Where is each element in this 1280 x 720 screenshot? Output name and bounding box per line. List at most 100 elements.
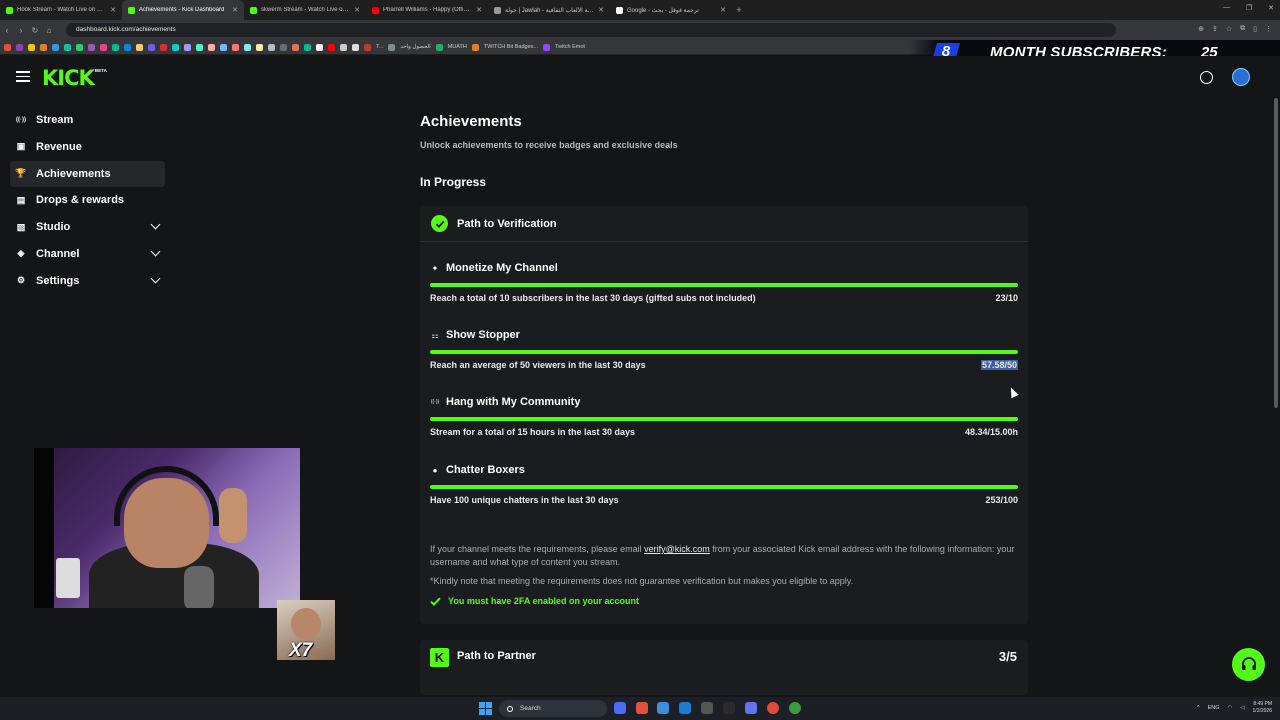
taskbar-app-icon[interactable]	[701, 702, 713, 714]
bookmark-favicon-icon[interactable]	[28, 43, 35, 51]
bookmark-favicon-icon[interactable]	[340, 43, 347, 51]
taskbar-app-icon[interactable]	[723, 702, 735, 714]
restore-icon[interactable]: ❐	[1246, 4, 1252, 12]
bookmark-favicon-icon[interactable]	[316, 43, 323, 51]
card-header[interactable]: Path to Verification	[420, 206, 1028, 242]
browser-tab[interactable]: Google - ترجمة قوقل - بحث ✕	[610, 0, 732, 20]
page-scrollbar[interactable]	[1274, 98, 1278, 408]
sidebar-item-drops-rewards[interactable]: ▤ Drops & rewards	[10, 187, 165, 213]
extensions-icon[interactable]: ⧉	[1240, 25, 1245, 33]
bookmark-favicon-icon[interactable]	[220, 43, 227, 51]
bookmark-favicon-icon[interactable]	[256, 43, 263, 51]
taskbar-search[interactable]: Search	[499, 700, 607, 717]
bookmark-favicon-icon[interactable]	[172, 43, 179, 51]
taskbar-app-icon[interactable]	[614, 702, 626, 714]
bookmark-favicon-icon[interactable]	[100, 43, 107, 51]
zoom-icon[interactable]: ⊕	[1198, 25, 1204, 33]
url-field[interactable]: dashboard.kick.com/achievements	[66, 23, 1116, 37]
taskbar-app-icon[interactable]	[745, 702, 757, 714]
sidebar-item-channel[interactable]: ◈ Channel	[10, 241, 165, 267]
tray-chevron-icon[interactable]: ^	[1197, 705, 1200, 711]
bookmark-favicon-icon[interactable]	[232, 43, 239, 51]
browser-tab[interactable]: Pharrell Williams - Happy (Official ✕	[366, 0, 488, 20]
browser-tab[interactable]: Achievements - Kick Dashboard ✕	[122, 0, 244, 20]
tab-favicon-icon	[494, 6, 501, 14]
bookmark-favicon-icon[interactable]	[112, 43, 119, 51]
bookmark-favicon-icon[interactable]	[244, 43, 251, 51]
taskbar-app-icon[interactable]	[789, 702, 801, 714]
sidebar-item-revenue[interactable]: ▣ Revenue	[10, 134, 165, 160]
hamburger-menu-icon[interactable]	[16, 71, 30, 82]
chevron-down-icon[interactable]	[150, 219, 161, 230]
back-icon[interactable]: ‹	[0, 26, 14, 35]
bookmark-favicon-icon[interactable]	[352, 43, 359, 51]
bookmark-favicon-icon[interactable]	[64, 43, 71, 51]
sidebar-item-studio[interactable]: ▧ Studio	[10, 214, 165, 240]
share-icon[interactable]: ⇪	[1212, 25, 1218, 33]
bookmark-favicon-icon[interactable]	[160, 43, 167, 51]
bookmark-item[interactable]: T...	[376, 44, 383, 50]
tab-close-icon[interactable]: ✕	[598, 6, 604, 14]
language-indicator[interactable]: ENG	[1208, 705, 1220, 711]
sidebar-icon[interactable]: ▯	[1253, 25, 1257, 33]
tab-close-icon[interactable]: ✕	[476, 6, 482, 14]
bookmark-favicon-icon[interactable]	[304, 43, 311, 51]
browser-tab[interactable]: skwerm Stream - Watch Live on K ✕	[244, 0, 366, 20]
support-chat-button[interactable]	[1232, 648, 1265, 681]
bookmark-favicon-icon[interactable]	[4, 43, 11, 51]
verify-email-link[interactable]: verify@kick.com	[644, 544, 710, 554]
bookmark-item[interactable]: TWITCH Bit Badges...	[484, 44, 538, 50]
taskbar-clock[interactable]: 8:49 PM 1/2/2026	[1253, 701, 1272, 715]
tab-close-icon[interactable]: ✕	[110, 6, 116, 14]
bookmark-favicon-icon[interactable]	[148, 43, 155, 51]
bookmark-star-icon[interactable]: ☆	[1226, 25, 1232, 33]
home-icon[interactable]: ⌂	[42, 26, 56, 35]
windows-taskbar: Search ^ ENG ◠ ◁ 8:49 PM 1/2/2026	[0, 697, 1280, 720]
taskbar-app-icon[interactable]	[657, 702, 669, 714]
browser-toolbar-icons: ⊕ ⇪ ☆ ⧉ ▯ ⋮	[1198, 25, 1272, 33]
bookmark-item[interactable]: الحصول واحد	[400, 44, 430, 50]
bookmark-favicon-icon[interactable]	[136, 43, 143, 51]
sidebar-item-achievements[interactable]: 🏆 Achievements	[10, 160, 165, 187]
bookmark-favicon-icon[interactable]	[196, 43, 203, 51]
chevron-down-icon[interactable]	[150, 246, 161, 257]
taskbar-app-icon[interactable]	[636, 702, 648, 714]
windows-start-icon[interactable]	[479, 702, 492, 715]
bookmark-favicon-icon[interactable]	[40, 43, 47, 51]
bookmark-favicon-icon[interactable]	[88, 43, 95, 51]
kick-logo[interactable]: KICK	[42, 66, 95, 90]
taskbar-app-icon[interactable]	[679, 702, 691, 714]
tab-close-icon[interactable]: ✕	[232, 6, 238, 14]
sidebar-item-settings[interactable]: ⚙ Settings	[10, 268, 165, 294]
close-window-icon[interactable]: ✕	[1268, 4, 1274, 12]
search-icon[interactable]	[1200, 71, 1213, 84]
partner-card[interactable]: K Path to Partner 3/5	[420, 640, 1028, 695]
forward-icon[interactable]: ›	[14, 26, 28, 35]
bookmark-favicon-icon[interactable]	[268, 43, 275, 51]
taskbar-app-icon[interactable]	[767, 702, 779, 714]
bookmark-favicon-icon[interactable]	[76, 43, 83, 51]
volume-icon[interactable]: ◁	[1240, 705, 1244, 711]
reload-icon[interactable]: ↻	[28, 26, 42, 35]
more-menu-icon[interactable]: ⋮	[1265, 25, 1272, 33]
avatar[interactable]	[1232, 68, 1250, 86]
sidebar-item-stream[interactable]: ((·)) Stream	[10, 107, 165, 133]
bookmark-favicon-icon[interactable]	[280, 43, 287, 51]
browser-tab[interactable]: جولة | Jawlah - منصة الألعاب الثقافية ✕	[488, 0, 610, 20]
bookmark-favicon-icon[interactable]	[16, 43, 23, 51]
bookmark-favicon-icon[interactable]	[124, 43, 131, 51]
bookmark-favicon-icon[interactable]	[208, 43, 215, 51]
bookmark-favicon-icon[interactable]	[52, 43, 59, 51]
minimize-icon[interactable]: —	[1223, 4, 1230, 12]
bookmark-favicon-icon[interactable]	[292, 43, 299, 51]
new-tab-icon[interactable]: +	[732, 5, 746, 15]
wifi-icon[interactable]: ◠	[1227, 705, 1232, 711]
chevron-down-icon[interactable]	[150, 273, 161, 284]
bookmark-favicon-icon[interactable]	[328, 43, 335, 51]
bookmark-favicon-icon[interactable]	[184, 43, 191, 51]
bookmark-item[interactable]: Twitch Emot	[555, 44, 585, 50]
bookmark-item[interactable]: MUATH	[448, 44, 467, 50]
browser-tab[interactable]: Hook Stream - Watch Live on Kick ✕	[0, 0, 122, 20]
tab-close-icon[interactable]: ✕	[354, 6, 360, 14]
tab-close-icon[interactable]: ✕	[720, 6, 726, 14]
